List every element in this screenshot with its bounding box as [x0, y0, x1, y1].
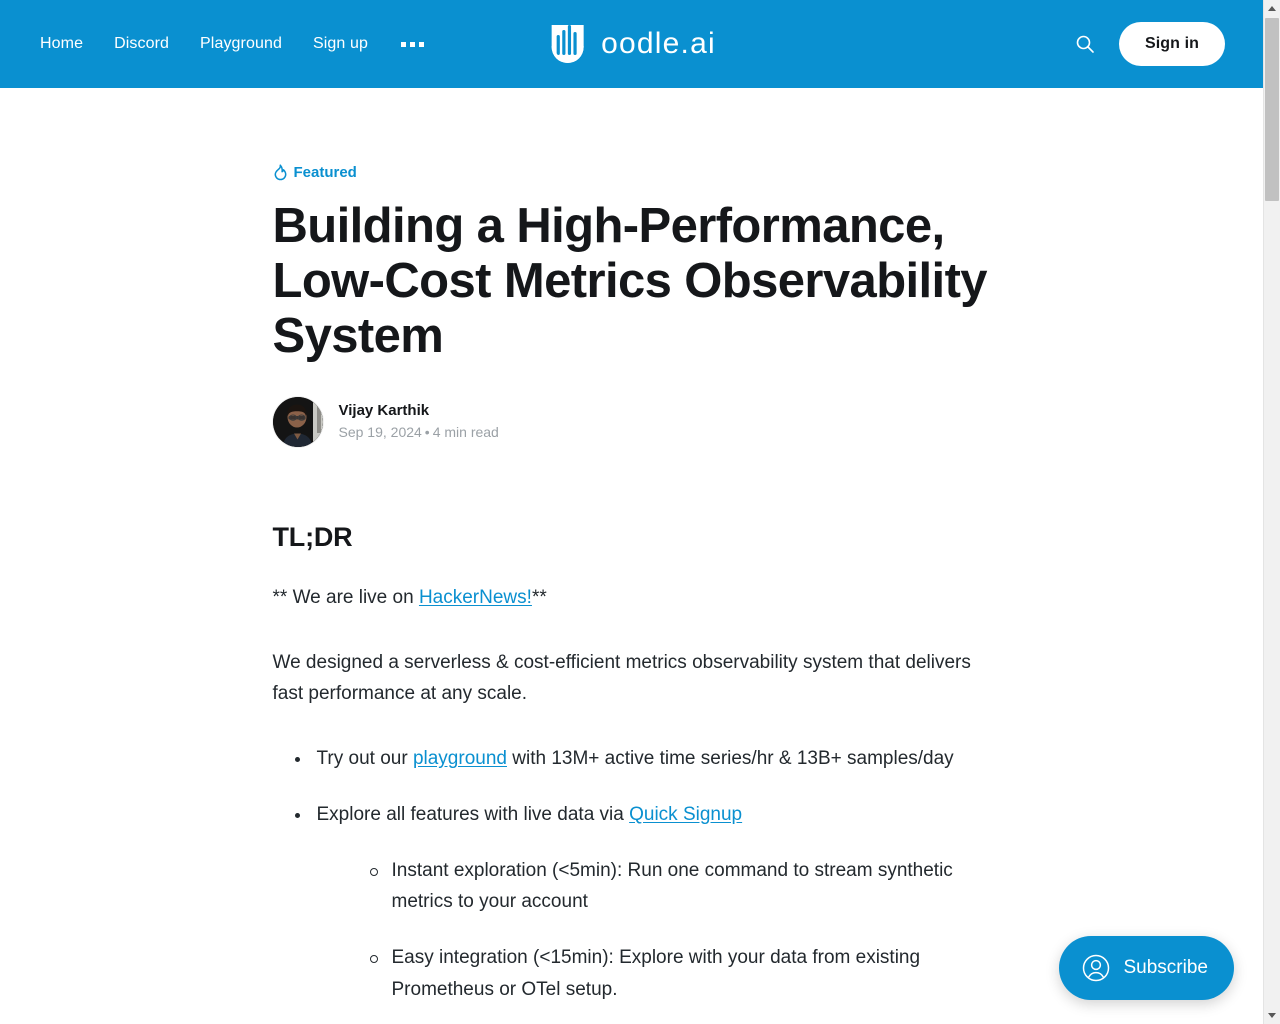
hackernews-link[interactable]: HackerNews! — [419, 587, 532, 608]
article-main: Featured Building a High-Performance, Lo… — [0, 88, 1263, 1024]
ellipsis-dot — [400, 41, 406, 47]
bullet-1-prefix: Try out our — [316, 748, 413, 770]
intro-paragraph: We designed a serverless & cost-efficien… — [272, 651, 971, 705]
page-viewport: Home Discord Playground Sign up oodle.ai… — [0, 0, 1280, 1024]
nav-link-signup[interactable]: Sign up — [313, 36, 368, 52]
post-meta: Sep 19, 2024 • 4 min read — [339, 424, 499, 441]
ellipsis-dot — [409, 41, 415, 47]
flame-icon — [273, 164, 288, 181]
hn-prefix: ** We are live on — [272, 587, 419, 609]
search-icon[interactable] — [1071, 30, 1099, 58]
site-logo[interactable]: oodle.ai — [547, 23, 716, 65]
signin-button[interactable]: Sign in — [1118, 22, 1225, 66]
section-heading-tldr: TL;DR — [272, 521, 353, 552]
primary-navigation: Home Discord Playground Sign up — [40, 36, 426, 52]
nav-link-playground[interactable]: Playground — [200, 36, 282, 52]
quick-signup-link[interactable]: Quick Signup — [629, 804, 742, 825]
list-item: Instant exploration (<5min): Run one com… — [317, 855, 992, 918]
author-name[interactable]: Vijay Karthik — [339, 402, 499, 420]
brand-name: oodle.ai — [601, 27, 716, 60]
list-item: Easy integration (<15min): Explore with … — [317, 942, 992, 1005]
subscribe-label: Subscribe — [1123, 957, 1209, 978]
page-title: Building a High-Performance, Low-Cost Me… — [272, 199, 988, 363]
oodle-bars-logo-icon — [547, 23, 587, 65]
ellipsis-icon[interactable] — [399, 38, 426, 51]
scroll-down-arrow-icon[interactable] — [1264, 1007, 1280, 1024]
playground-link[interactable]: playground — [413, 748, 507, 769]
read-time: 4 min read — [432, 424, 499, 441]
bullet-1-suffix: with 13M+ active time series/hr & 13B+ s… — [506, 748, 954, 770]
list-item: Explore all features with live data via … — [273, 799, 992, 1006]
feature-sublist: Instant exploration (<5min): Run one com… — [317, 855, 992, 1006]
user-circle-icon — [1081, 953, 1111, 983]
nav-link-discord[interactable]: Discord — [114, 36, 169, 52]
author-avatar-photo[interactable] — [272, 396, 323, 447]
scroll-up-arrow-icon[interactable] — [1264, 0, 1280, 17]
featured-badge: Featured — [273, 164, 992, 181]
ellipsis-dot — [418, 41, 424, 47]
subscribe-button[interactable]: Subscribe — [1058, 936, 1234, 1000]
post-content: TL;DR ** We are live on HackerNews!** We… — [273, 521, 992, 1006]
scrollbar-thumb[interactable] — [1265, 18, 1279, 201]
list-item: Try out our playground with 13M+ active … — [273, 743, 992, 775]
hackernews-paragraph: ** We are live on HackerNews!** — [273, 582, 992, 614]
feature-list: Try out our playground with 13M+ active … — [273, 743, 992, 1005]
featured-label: Featured — [293, 164, 357, 181]
hn-suffix: ** — [531, 587, 547, 609]
arrow-glyph — [1268, 1013, 1276, 1018]
header-actions: Sign in — [1071, 22, 1225, 66]
bullet-2-prefix: Explore all features with live data via — [316, 803, 630, 825]
byline: Vijay Karthik Sep 19, 2024 • 4 min read — [272, 396, 992, 447]
vertical-scrollbar[interactable] — [1263, 0, 1280, 1024]
site-header: Home Discord Playground Sign up oodle.ai… — [0, 0, 1263, 88]
nav-link-home[interactable]: Home — [40, 36, 83, 52]
meta-separator: • — [424, 424, 430, 441]
arrow-glyph — [1268, 6, 1276, 11]
publish-date: Sep 19, 2024 — [338, 424, 422, 441]
